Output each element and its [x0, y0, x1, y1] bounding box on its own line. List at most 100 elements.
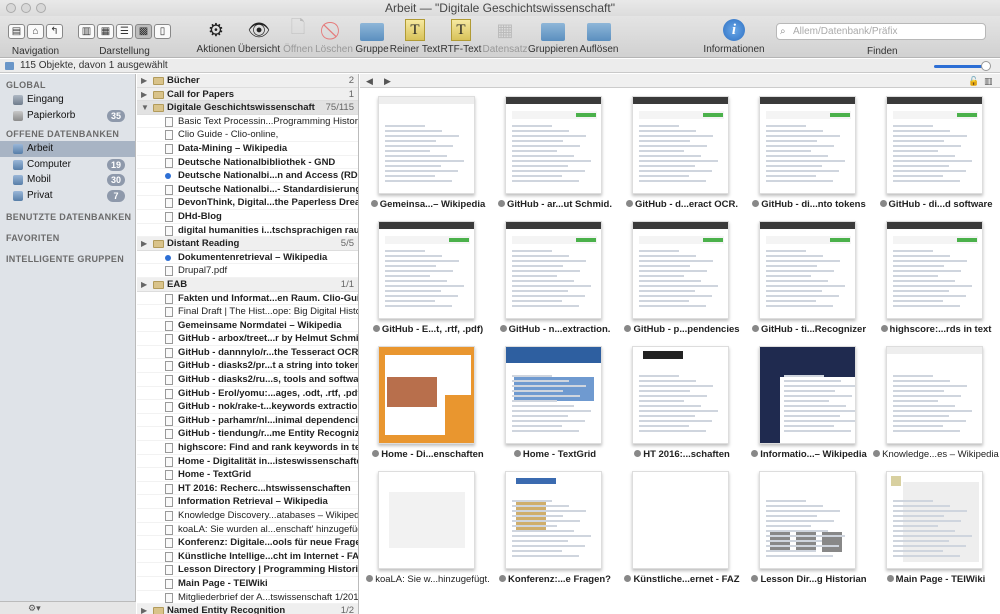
disclosure-triangle-icon[interactable]: ▶ [141, 278, 147, 291]
thumbnail-preview[interactable] [378, 346, 475, 444]
plain-text-button[interactable]: T Reiner Text [390, 18, 440, 55]
sidebar-head-used-databases[interactable]: BENUTZTE DATENBANKEN [0, 203, 135, 224]
thumbnail-preview[interactable] [759, 346, 856, 444]
list-item[interactable]: GitHub - nok/rake-t...keywords extractio… [137, 400, 358, 414]
list-item[interactable]: Data-Mining – Wikipedia [137, 142, 358, 156]
group-row[interactable]: ▶ Bücher 2 [137, 74, 358, 88]
list-item[interactable]: Dokumentenretrieval – Wikipedia [137, 251, 358, 265]
rtf-text-button[interactable]: T RTF-Text [438, 18, 484, 55]
group-row[interactable]: ▶ Call for Papers 1 [137, 87, 358, 102]
list-item[interactable]: digital humanities i...tschsprachigen ra… [137, 224, 358, 238]
list-item[interactable]: DevonThink, Digital...the Paperless Drea… [137, 196, 358, 210]
list-item[interactable]: DHd-Blog [137, 210, 358, 224]
forward-button[interactable]: ▶ [384, 74, 391, 88]
list-item[interactable]: Konferenz: Digitale...ools für neue Frag… [137, 536, 358, 550]
list-item[interactable]: GitHub - arbox/treet...r by Helmut Schmi… [137, 332, 358, 346]
thumbnail-preview[interactable] [632, 221, 729, 319]
thumbnail-preview[interactable] [632, 471, 729, 569]
list-item[interactable]: Basic Text Processin...Programming Histo… [137, 115, 358, 129]
close-window-button[interactable] [6, 3, 16, 13]
thumbnail-preview[interactable] [886, 221, 983, 319]
list-item[interactable]: Information Retrieval – Wikipedia [137, 495, 358, 509]
list-item[interactable]: GitHub - parhamr/nl...inimal dependencie… [137, 414, 358, 428]
view-list-button[interactable]: ☰ [116, 23, 133, 39]
list-item[interactable]: GitHub - Erol/yomu:...ages, .odt, .rtf, … [137, 387, 358, 401]
split-icon[interactable]: ▥ [984, 74, 993, 88]
group-row[interactable]: ▶ Distant Reading 5/5 [137, 237, 358, 251]
sidebar-item-papierkorb[interactable]: Papierkorb 35 [0, 108, 135, 124]
sidebar-head-smart-groups[interactable]: INTELLIGENTE GRUPPEN [0, 245, 135, 266]
list-item[interactable]: Fakten und Informat...en Raum. Clio-Guid… [137, 292, 358, 306]
sidebar-item-privat[interactable]: Privat 7 [0, 188, 135, 204]
sidebar-item-eingang[interactable]: Eingang [0, 92, 135, 108]
list-item[interactable]: Deutsche Nationalbibliothek - GND [137, 156, 358, 170]
sidebar-item-arbeit[interactable]: Arbeit [0, 141, 135, 157]
view-icons-button[interactable]: ▩ [135, 23, 152, 39]
list-item[interactable]: Drupal7.pdf [137, 264, 358, 278]
thumbnail-preview[interactable] [378, 471, 475, 569]
thumbnail-preview[interactable] [886, 96, 983, 194]
actions-button[interactable]: ⚙ Aktionen [193, 18, 239, 56]
list-item[interactable]: koaLA: Sie wurden al...enschaft' hinzuge… [137, 523, 358, 537]
list-item[interactable]: HT 2016: Recherc...htswissenschaften [137, 482, 358, 496]
list-item[interactable]: Final Draft | The Hist...ope: Big Digita… [137, 305, 358, 319]
sidebar-item-computer[interactable]: Computer 19 [0, 157, 135, 173]
thumbnail-preview[interactable] [505, 346, 602, 444]
list-item[interactable]: GitHub - dannnylo/r...the Tesseract OCR. [137, 346, 358, 360]
thumbnail-preview[interactable] [759, 471, 856, 569]
ungroup-button[interactable]: Auflösen [576, 18, 622, 55]
record-button[interactable]: ▦ Datensatz [482, 18, 528, 56]
back-button[interactable]: ◀ [366, 74, 373, 88]
group-items-button[interactable]: Gruppieren [528, 18, 578, 55]
minimize-window-button[interactable] [21, 3, 31, 13]
thumbnail-preview[interactable] [632, 346, 729, 444]
gear-menu-button[interactable]: ⚙▾ [28, 603, 41, 613]
thumbnail-preview[interactable] [759, 96, 856, 194]
zoom-window-button[interactable] [36, 3, 46, 13]
search-input[interactable]: ⌕ Allem/Datenbank/Präfix [776, 23, 986, 40]
thumbnail-preview[interactable] [632, 96, 729, 194]
sidebar-item-mobil[interactable]: Mobil 30 [0, 172, 135, 188]
disclosure-triangle-icon[interactable]: ▶ [141, 237, 147, 250]
list-item[interactable]: Gemeinsame Normdatei – Wikipedia [137, 319, 358, 333]
group-row[interactable]: ▶ Named Entity Recognition 1/2 [137, 604, 358, 614]
thumbnail-preview[interactable] [378, 96, 475, 194]
list-item[interactable]: GitHub - diasks2/pr...t a string into to… [137, 359, 358, 374]
home-button[interactable]: ⌂ [27, 23, 44, 39]
list-item[interactable]: Clio Guide - Clio-online, [137, 128, 358, 142]
group-row[interactable]: ▶ EAB 1/1 [137, 277, 358, 292]
list-item[interactable]: Home - Digitalität in...isteswissenschaf… [137, 455, 358, 469]
thumbnail-preview[interactable] [886, 346, 983, 444]
disclosure-triangle-icon[interactable]: ▶ [141, 88, 147, 101]
thumbnail-preview[interactable] [886, 471, 983, 569]
list-item[interactable]: Home - TextGrid [137, 468, 358, 482]
list-item[interactable]: Lesson Directory | Programming Historian [137, 563, 358, 577]
list-item[interactable]: Deutsche Nationalbi...- Standardisierung [137, 183, 358, 197]
thumbnail-preview[interactable] [378, 221, 475, 319]
list-item[interactable]: Deutsche Nationalbi...n and Access (RDA) [137, 169, 358, 183]
list-item[interactable]: GitHub - tiendung/r...me Entity Recogniz… [137, 427, 358, 442]
view-columns-button[interactable]: ▯ [154, 23, 171, 39]
list-item[interactable]: highscore: Find and rank keywords in tex… [137, 441, 358, 455]
list-item[interactable]: Knowledge Discovery...atabases – Wikiped… [137, 509, 358, 523]
disclosure-triangle-icon[interactable]: ▼ [141, 101, 149, 114]
slider-knob[interactable] [981, 61, 991, 71]
sidebar-toggle-button[interactable]: ▤ [8, 23, 25, 39]
disclosure-triangle-icon[interactable]: ▶ [141, 604, 147, 614]
view-three-pane-button[interactable]: ▦ [97, 23, 114, 39]
group-row[interactable]: ▼ Digitale Geschichtswissenschaft 75/115 [137, 101, 358, 115]
sidebar-head-favorites[interactable]: FAVORITEN [0, 224, 135, 245]
thumbnail-preview[interactable] [505, 471, 602, 569]
list-item[interactable]: Main Page - TEIWiki [137, 577, 358, 591]
view-split-button[interactable]: ▥ [78, 23, 95, 39]
thumbnail-preview[interactable] [759, 221, 856, 319]
up-button[interactable]: ↰ [46, 23, 63, 39]
lock-icon[interactable]: 🔓 [968, 74, 979, 88]
new-group-button[interactable]: Gruppe [349, 18, 395, 55]
thumbnail-size-slider[interactable] [934, 61, 991, 71]
disclosure-triangle-icon[interactable]: ▶ [141, 74, 147, 87]
list-item[interactable]: Mitgliederbrief der A...tswissenschaft 1… [137, 591, 358, 605]
info-button[interactable]: i Informationen [703, 18, 765, 55]
thumbnail-preview[interactable] [505, 96, 602, 194]
thumbnail-preview[interactable] [505, 221, 602, 319]
